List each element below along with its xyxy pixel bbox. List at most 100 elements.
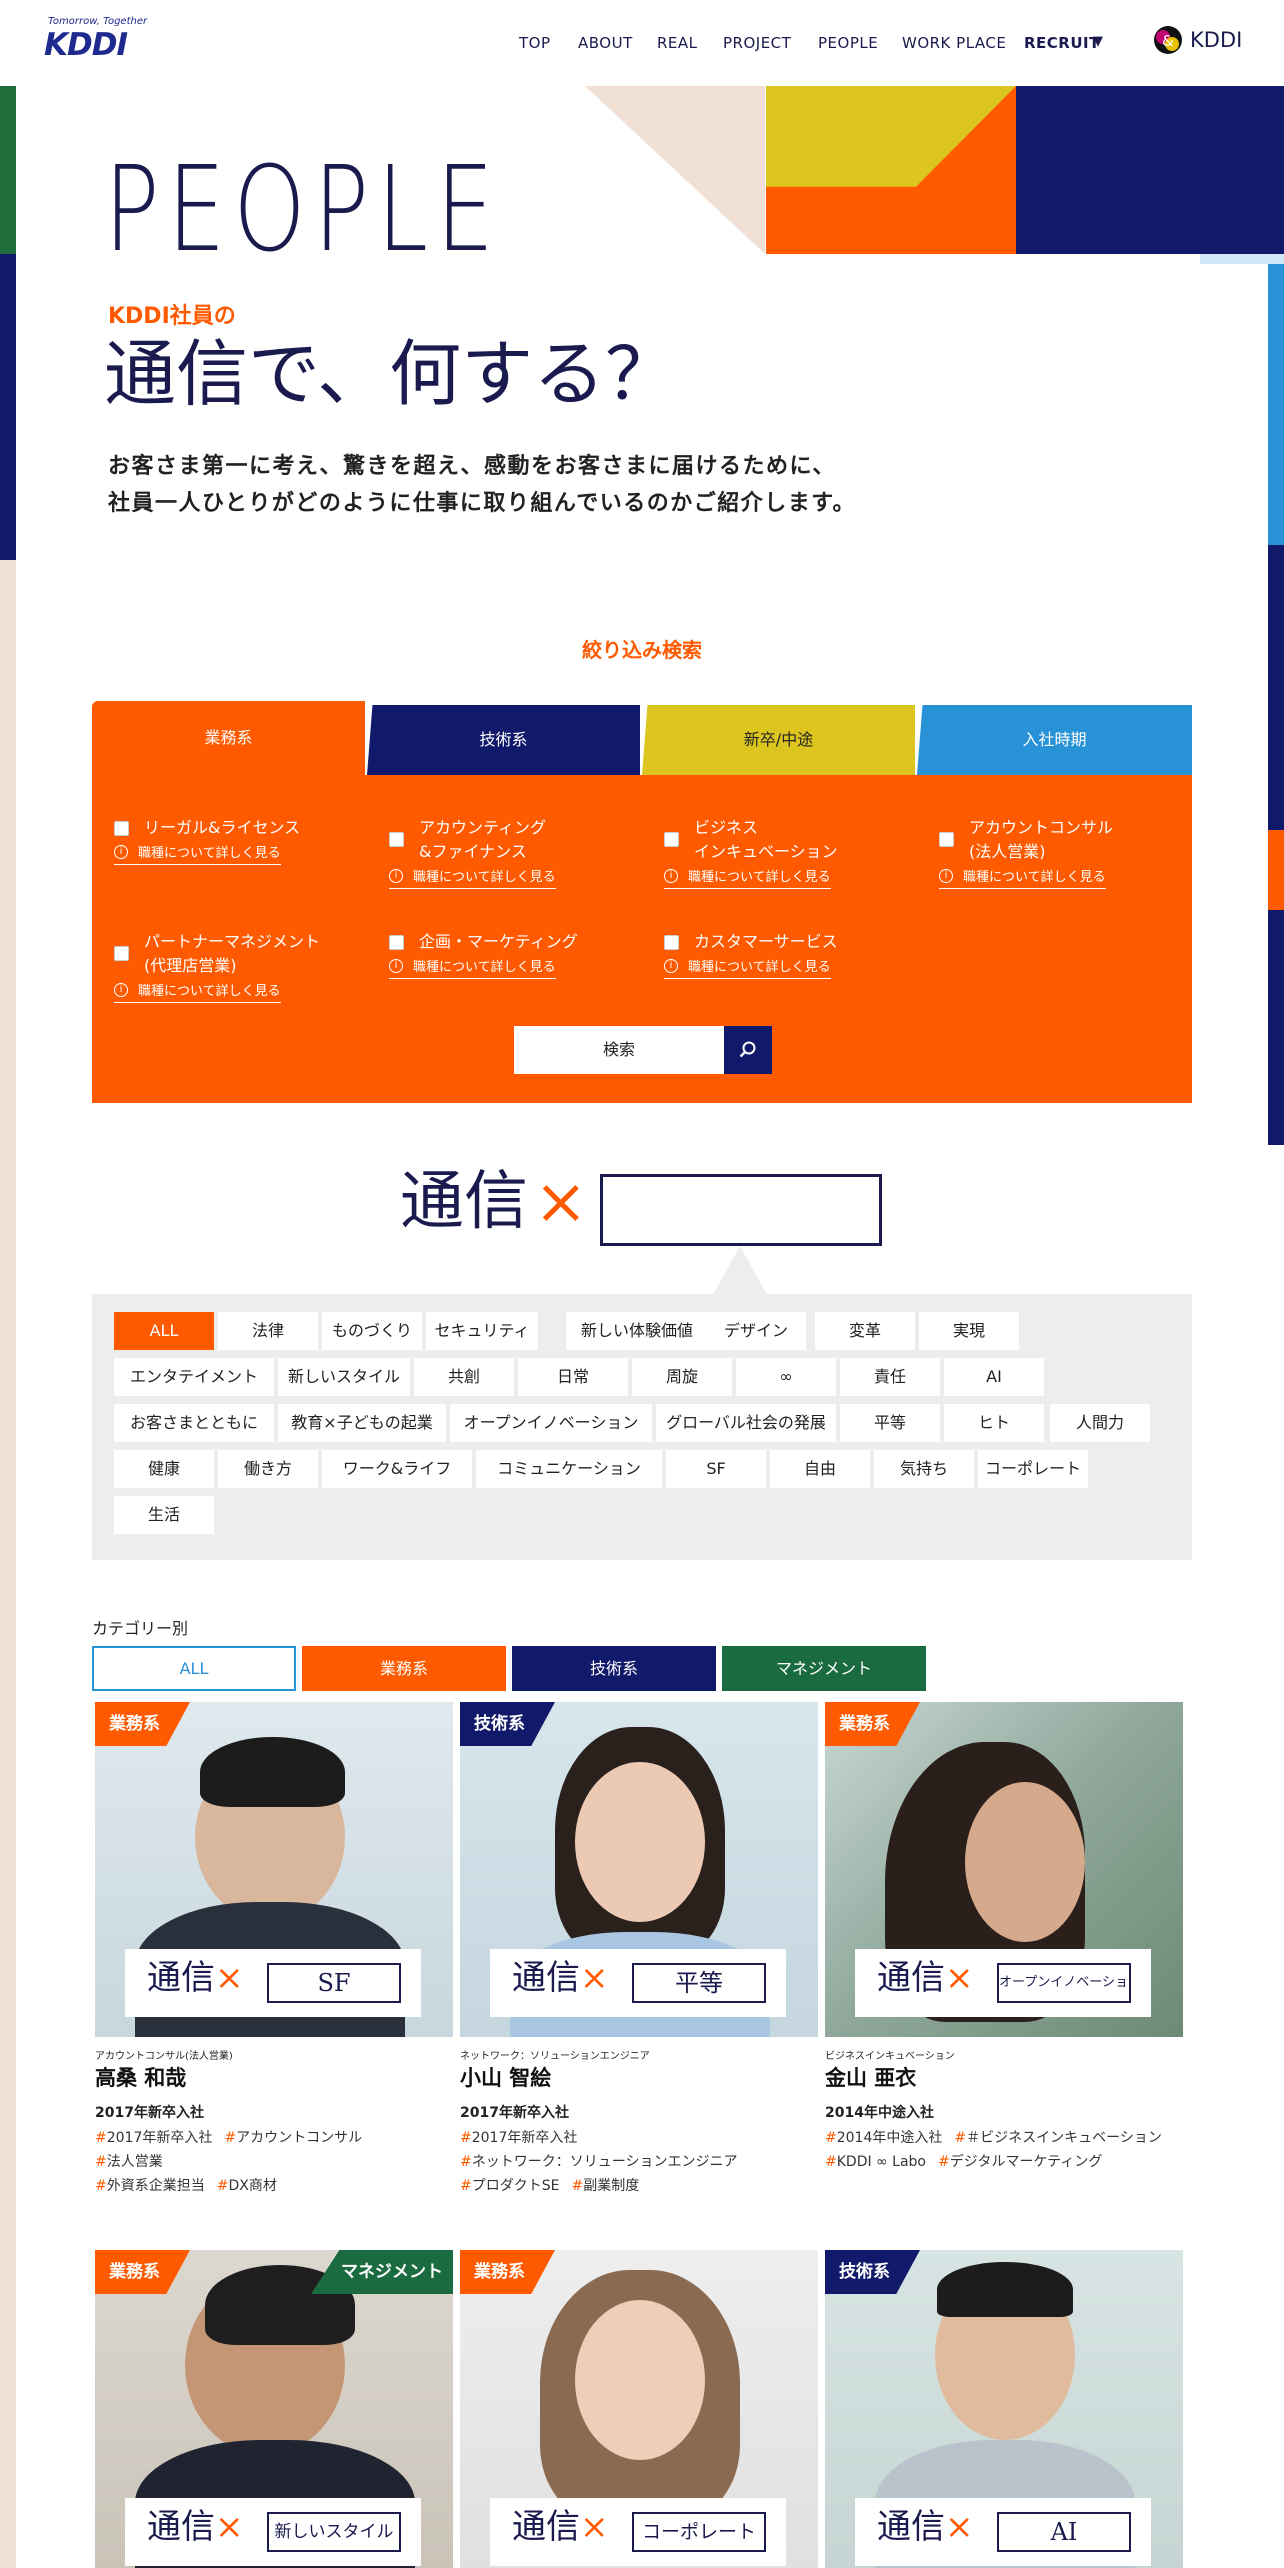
person-name: 高桑 和哉	[95, 2066, 187, 2090]
logo-tagline: Tomorrow, Together	[48, 16, 148, 27]
keyword-tag[interactable]: 実現	[919, 1312, 1019, 1350]
info-icon: i	[664, 959, 678, 973]
left-stripe-green	[0, 86, 16, 254]
keyword-tag[interactable]: 教育×子どもの起業	[278, 1404, 446, 1442]
keyword-tag[interactable]: 平等	[840, 1404, 940, 1442]
keyword-tag[interactable]: オープンイノベーション	[450, 1404, 652, 1442]
checkbox[interactable]	[939, 832, 954, 847]
tags-pointer	[712, 1246, 768, 1296]
keyword-tag[interactable]: 周旋	[632, 1358, 732, 1396]
job-detail-link[interactable]: i 職種について詳しく見る	[664, 958, 831, 979]
search-button[interactable]: 検索	[514, 1026, 724, 1074]
person-join-year: 2017年新卒入社	[95, 2105, 204, 2121]
keyword-tag[interactable]: 人間力	[1050, 1404, 1150, 1442]
right-stripe-orange	[1268, 830, 1284, 910]
nav-real[interactable]: REAL	[657, 34, 698, 52]
person-hashtags: 2017年新卒入社ネットワーク：ソリューションエンジニアプロダクトSE副業制度	[460, 2126, 818, 2198]
checkbox[interactable]	[389, 935, 404, 950]
keyword-tag[interactable]: 新しいスタイル	[278, 1358, 410, 1396]
search-icon[interactable]	[724, 1026, 772, 1074]
caret-down-icon[interactable]: ▼	[1093, 34, 1103, 49]
nav-people[interactable]: PEOPLE	[818, 34, 878, 52]
job-detail-link[interactable]: i 職種について詳しく見る	[664, 868, 831, 889]
job-detail-link[interactable]: i 職種について詳しく見る	[389, 958, 556, 979]
keyword-phrase: 通信× オープンイノベーション	[855, 1949, 1151, 2017]
keyword-tag[interactable]: 自由	[770, 1450, 870, 1488]
keyword-tag[interactable]: 変革	[815, 1312, 915, 1350]
nav-top[interactable]: TOP	[519, 34, 551, 52]
keyword-tag[interactable]: 責任	[840, 1358, 940, 1396]
tab-newgrad-midcareer[interactable]: 新卒/中途	[642, 705, 915, 775]
keyword-tag[interactable]: ものづくり	[322, 1312, 422, 1350]
category-management[interactable]: マネジメント	[722, 1646, 926, 1691]
tab-join-date[interactable]: 入社時期	[917, 705, 1192, 775]
keyword-blank-box	[600, 1174, 882, 1246]
person-role: アカウントコンサル(法人営業)	[95, 2051, 233, 2062]
tab-technical[interactable]: 技術系	[367, 705, 640, 775]
category-business[interactable]: 業務系	[302, 1646, 506, 1691]
keyword-phrase: 通信× 平等	[490, 1949, 786, 2017]
hero-description: お客さま第一に考え、驚きを超え、感動をお客さまに届けるために、 社員一人ひとりが…	[108, 454, 857, 517]
keyword-tag[interactable]: SF	[666, 1450, 766, 1488]
keyword-tag[interactable]: 新しい体験価値	[566, 1312, 708, 1350]
filter-title: 絞り込み検索	[582, 638, 702, 662]
keyword-tag[interactable]: ∞	[736, 1358, 836, 1396]
info-icon: i	[664, 869, 678, 883]
info-icon: i	[114, 983, 128, 997]
job-detail-link[interactable]: i 職種について詳しく見る	[389, 868, 556, 889]
person-name: 小山 智絵	[460, 2066, 552, 2090]
checkbox[interactable]	[389, 832, 404, 847]
checkbox[interactable]	[114, 946, 129, 961]
keyword-tag[interactable]: 健康	[114, 1450, 214, 1488]
and-kddi-logo-icon: &	[1154, 26, 1182, 54]
keyword-tag[interactable]: ヒト	[944, 1404, 1044, 1442]
keyword-tags-area: ALL 法律 ものづくり セキュリティ 新しい体験価値 デザイン 変革 実現エンタテイメント新…	[92, 1294, 1192, 1560]
keyword-tag[interactable]: 働き方	[218, 1450, 318, 1488]
keyword-tag[interactable]: ワーク&ライフ	[322, 1450, 472, 1488]
checkbox[interactable]	[664, 832, 679, 847]
checkbox[interactable]	[114, 821, 129, 836]
info-icon: i	[114, 845, 128, 859]
info-icon: i	[939, 869, 953, 883]
person-name: 金山 亜衣	[825, 2066, 917, 2090]
keyword-phrase: 通信× コーポレート	[490, 2498, 786, 2566]
kddi-logo[interactable]: KDDI	[44, 27, 128, 63]
tag-all[interactable]: ALL	[114, 1312, 214, 1350]
checkbox[interactable]	[664, 935, 679, 950]
job-detail-link[interactable]: i 職種について詳しく見る	[114, 982, 281, 1003]
brand-text[interactable]: KDDI	[1190, 28, 1242, 52]
hero-deco-lightblue	[1200, 254, 1284, 264]
person-hashtags: 2017年新卒入社アカウントコンサル法人営業外資系企業担当DX商材	[95, 2126, 453, 2198]
nav-project[interactable]: PROJECT	[723, 34, 791, 52]
tab-business[interactable]: 業務系	[92, 701, 365, 775]
keyword-tag[interactable]: お客さまとともに	[114, 1404, 274, 1442]
keyword-tag[interactable]: AI	[944, 1358, 1044, 1396]
keyword-tag[interactable]: エンタテイメント	[114, 1358, 274, 1396]
hero-headline: 通信で、何する？	[104, 332, 678, 416]
hero-deco-navy	[1016, 86, 1284, 254]
keyword-phrase: 通信× AI	[855, 2498, 1151, 2566]
nav-about[interactable]: ABOUT	[578, 34, 633, 52]
person-join-year: 2017年新卒入社	[460, 2105, 569, 2121]
keyword-tag[interactable]: 生活	[114, 1496, 214, 1534]
nav-workplace[interactable]: WORK PLACE	[902, 34, 1006, 52]
category-all[interactable]: ALL	[92, 1646, 296, 1691]
hero-deco-beige	[585, 86, 765, 254]
keyword-tag[interactable]: デザイン	[706, 1312, 806, 1350]
keyword-tag[interactable]: 共創	[414, 1358, 514, 1396]
nav-recruit[interactable]: RECRUIT	[1024, 34, 1100, 52]
page-title: PEOPLE	[104, 140, 502, 278]
job-detail-link[interactable]: i 職種について詳しく見る	[114, 844, 281, 865]
hero-subtitle: KDDI社員の	[108, 304, 236, 329]
category-technical[interactable]: 技術系	[512, 1646, 716, 1691]
person-hashtags: 2014年中途入社＃ビジネスインキュベーションKDDI ∞ Laboデジタルマー…	[825, 2126, 1183, 2174]
keyword-tag[interactable]: 気持ち	[874, 1450, 974, 1488]
keyword-tag[interactable]: セキュリティ	[426, 1312, 538, 1350]
keyword-tag[interactable]: 日常	[518, 1358, 628, 1396]
keyword-tag[interactable]: グローバル社会の発展	[656, 1404, 836, 1442]
keyword-tag[interactable]: コーポレート	[978, 1450, 1088, 1488]
job-detail-link[interactable]: i 職種について詳しく見る	[939, 868, 1106, 889]
keyword-tag[interactable]: コミュニケーション	[476, 1450, 662, 1488]
info-icon: i	[389, 869, 403, 883]
keyword-tag[interactable]: 法律	[218, 1312, 318, 1350]
